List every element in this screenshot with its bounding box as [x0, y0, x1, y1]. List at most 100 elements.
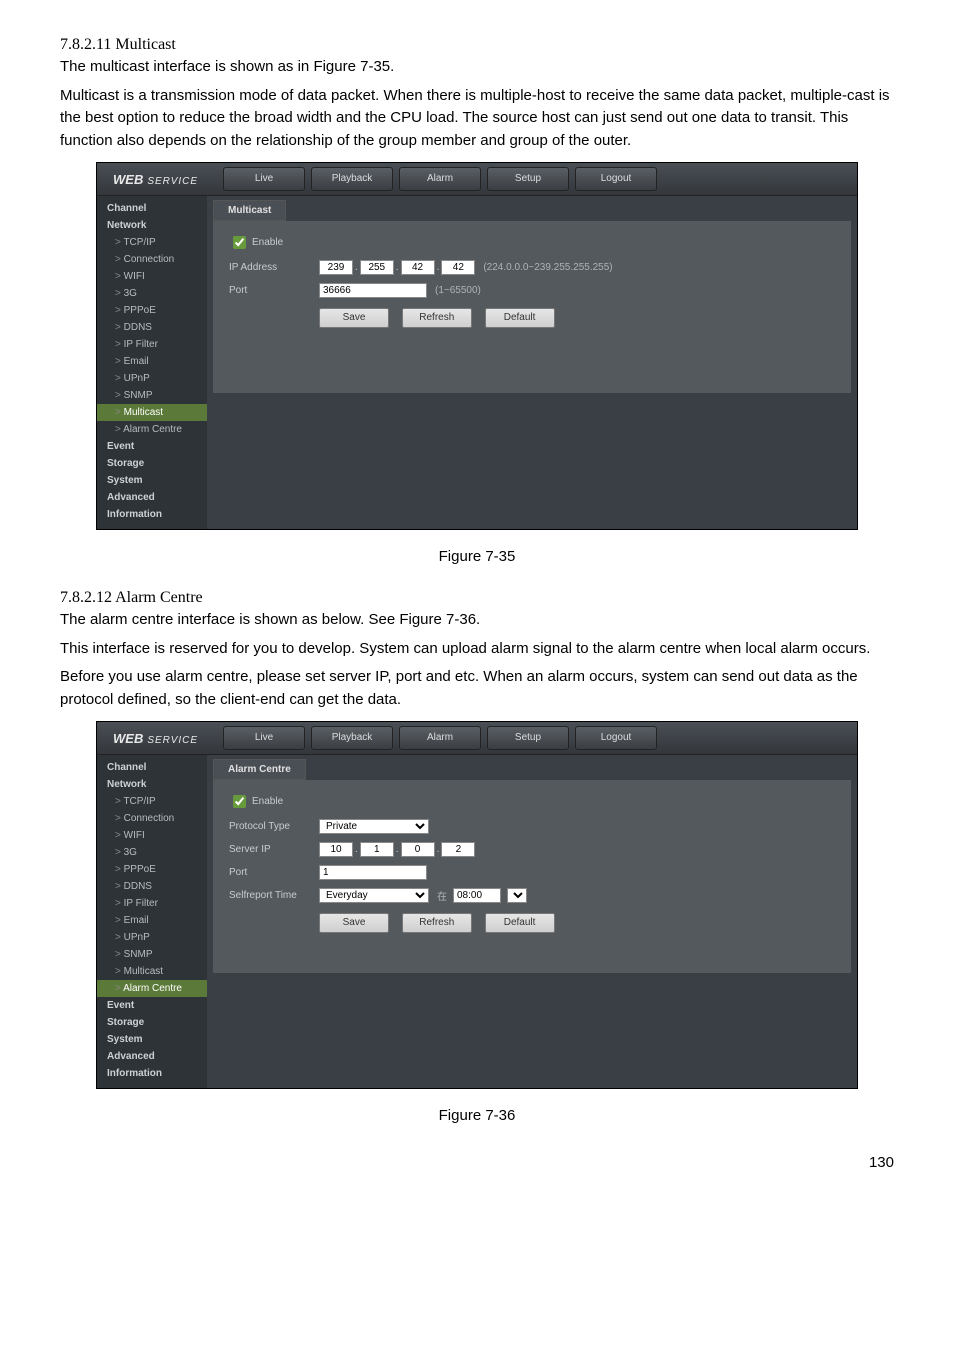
logo-sub-2: SERVICE [147, 735, 198, 746]
logo-2: WEB SERVICE [97, 731, 223, 746]
multicast-panel: Enable IP Address . . . (224.0.0.0~239.2… [213, 221, 851, 393]
nav-email-2[interactable]: Email [97, 912, 207, 929]
server-ip-1[interactable] [319, 842, 353, 857]
nav-3g-2[interactable]: 3G [97, 844, 207, 861]
nav-tcpip[interactable]: TCP/IP [97, 234, 207, 251]
alarm-desc2: Before you use alarm centre, please set … [60, 666, 894, 711]
ip-seg-2[interactable] [360, 260, 394, 275]
nav-alarmcentre-2[interactable]: Alarm Centre [97, 980, 207, 997]
alarm-port-label: Port [229, 867, 319, 878]
nav-connection-2[interactable]: Connection [97, 810, 207, 827]
nav-event[interactable]: Event [97, 438, 207, 455]
nav-3g[interactable]: 3G [97, 285, 207, 302]
selfreport-time[interactable] [453, 888, 501, 903]
logo-sub: SERVICE [147, 176, 198, 187]
ip-label: IP Address [229, 262, 319, 273]
nav-ddns[interactable]: DDNS [97, 319, 207, 336]
tab-live-2[interactable]: Live [223, 726, 305, 750]
logo-main: WEB [113, 172, 143, 187]
nav-advanced-2[interactable]: Advanced [97, 1048, 207, 1065]
nav-snmp-2[interactable]: SNMP [97, 946, 207, 963]
caption-7-35: Figure 7-35 [60, 548, 894, 565]
protocol-select[interactable]: Private [319, 819, 429, 834]
nav-ipfilter-2[interactable]: IP Filter [97, 895, 207, 912]
server-label: Server IP [229, 844, 319, 855]
top-tabs-2: Live Playback Alarm Setup Logout [223, 726, 663, 750]
alarm-port-input[interactable] [319, 865, 427, 880]
nav-wifi[interactable]: WIFI [97, 268, 207, 285]
nav-network[interactable]: Network [97, 217, 207, 234]
default-button[interactable]: Default [485, 308, 555, 328]
tab-playback-2[interactable]: Playback [311, 726, 393, 750]
nav-snmp[interactable]: SNMP [97, 387, 207, 404]
tab-playback[interactable]: Playback [311, 167, 393, 191]
ip-seg-4[interactable] [441, 260, 475, 275]
alarm-default-button[interactable]: Default [485, 913, 555, 933]
nav-pppoe-2[interactable]: PPPoE [97, 861, 207, 878]
nav-pppoe[interactable]: PPPoE [97, 302, 207, 319]
nav-channel[interactable]: Channel [97, 200, 207, 217]
nav-multicast[interactable]: Multicast [97, 404, 207, 421]
tab-logout-2[interactable]: Logout [575, 726, 657, 750]
nav-ipfilter[interactable]: IP Filter [97, 336, 207, 353]
alarm-refresh-button[interactable]: Refresh [402, 913, 472, 933]
nav-alarmcentre[interactable]: Alarm Centre [97, 421, 207, 438]
alarm-enable-checkbox[interactable] [233, 795, 246, 808]
logo-main-2: WEB [113, 731, 143, 746]
nav-advanced[interactable]: Advanced [97, 489, 207, 506]
nav-information[interactable]: Information [97, 506, 207, 523]
screenshot-header-2: WEB SERVICE Live Playback Alarm Setup Log… [97, 722, 857, 755]
multicast-desc: Multicast is a transmission mode of data… [60, 85, 894, 153]
server-ip-4[interactable] [441, 842, 475, 857]
selfreport-label: Selfreport Time [229, 890, 319, 901]
nav-channel-2[interactable]: Channel [97, 759, 207, 776]
port-input[interactable] [319, 283, 427, 298]
selfreport-select[interactable]: Everyday [319, 888, 429, 903]
nav-storage-2[interactable]: Storage [97, 1014, 207, 1031]
nav-event-2[interactable]: Event [97, 997, 207, 1014]
alarm-panel: Enable Protocol Type Private Server IP .… [213, 780, 851, 973]
nav-upnp-2[interactable]: UPnP [97, 929, 207, 946]
nav-wifi-2[interactable]: WIFI [97, 827, 207, 844]
tab-live[interactable]: Live [223, 167, 305, 191]
page-number: 130 [60, 1154, 894, 1171]
save-button[interactable]: Save [319, 308, 389, 328]
nav-tcpip-2[interactable]: TCP/IP [97, 793, 207, 810]
nav-system[interactable]: System [97, 472, 207, 489]
alarm-save-button[interactable]: Save [319, 913, 389, 933]
panel-title-alarm: Alarm Centre [213, 759, 306, 780]
protocol-label: Protocol Type [229, 821, 319, 832]
nav-storage[interactable]: Storage [97, 455, 207, 472]
server-ip-3[interactable] [401, 842, 435, 857]
section-heading-alarm: 7.8.2.12 Alarm Centre [60, 589, 894, 607]
tab-logout[interactable]: Logout [575, 167, 657, 191]
multicast-intro: The multicast interface is shown as in F… [60, 56, 894, 79]
tab-alarm-2[interactable]: Alarm [399, 726, 481, 750]
alarm-intro: The alarm centre interface is shown as b… [60, 609, 894, 632]
nav-network-2[interactable]: Network [97, 776, 207, 793]
tab-setup-2[interactable]: Setup [487, 726, 569, 750]
panel-title-multicast: Multicast [213, 200, 286, 221]
sidebar: Channel Network TCP/IP Connection WIFI 3… [97, 196, 207, 529]
nav-system-2[interactable]: System [97, 1031, 207, 1048]
alarm-desc1: This interface is reserved for you to de… [60, 638, 894, 661]
ip-seg-3[interactable] [401, 260, 435, 275]
ip-seg-1[interactable] [319, 260, 353, 275]
refresh-button[interactable]: Refresh [402, 308, 472, 328]
tab-alarm[interactable]: Alarm [399, 167, 481, 191]
server-ip-2[interactable] [360, 842, 394, 857]
alarm-enable-label: Enable [252, 796, 283, 807]
nav-ddns-2[interactable]: DDNS [97, 878, 207, 895]
nav-information-2[interactable]: Information [97, 1065, 207, 1082]
enable-checkbox[interactable] [233, 236, 246, 249]
section-heading-multicast: 7.8.2.11 Multicast [60, 36, 894, 54]
screenshot-header: WEB SERVICE Live Playback Alarm Setup Log… [97, 163, 857, 196]
nav-upnp[interactable]: UPnP [97, 370, 207, 387]
nav-email[interactable]: Email [97, 353, 207, 370]
selfreport-at: 在 [437, 888, 447, 903]
selfreport-time-select[interactable] [507, 888, 527, 903]
nav-connection[interactable]: Connection [97, 251, 207, 268]
top-tabs: Live Playback Alarm Setup Logout [223, 167, 663, 191]
nav-multicast-2[interactable]: Multicast [97, 963, 207, 980]
tab-setup[interactable]: Setup [487, 167, 569, 191]
